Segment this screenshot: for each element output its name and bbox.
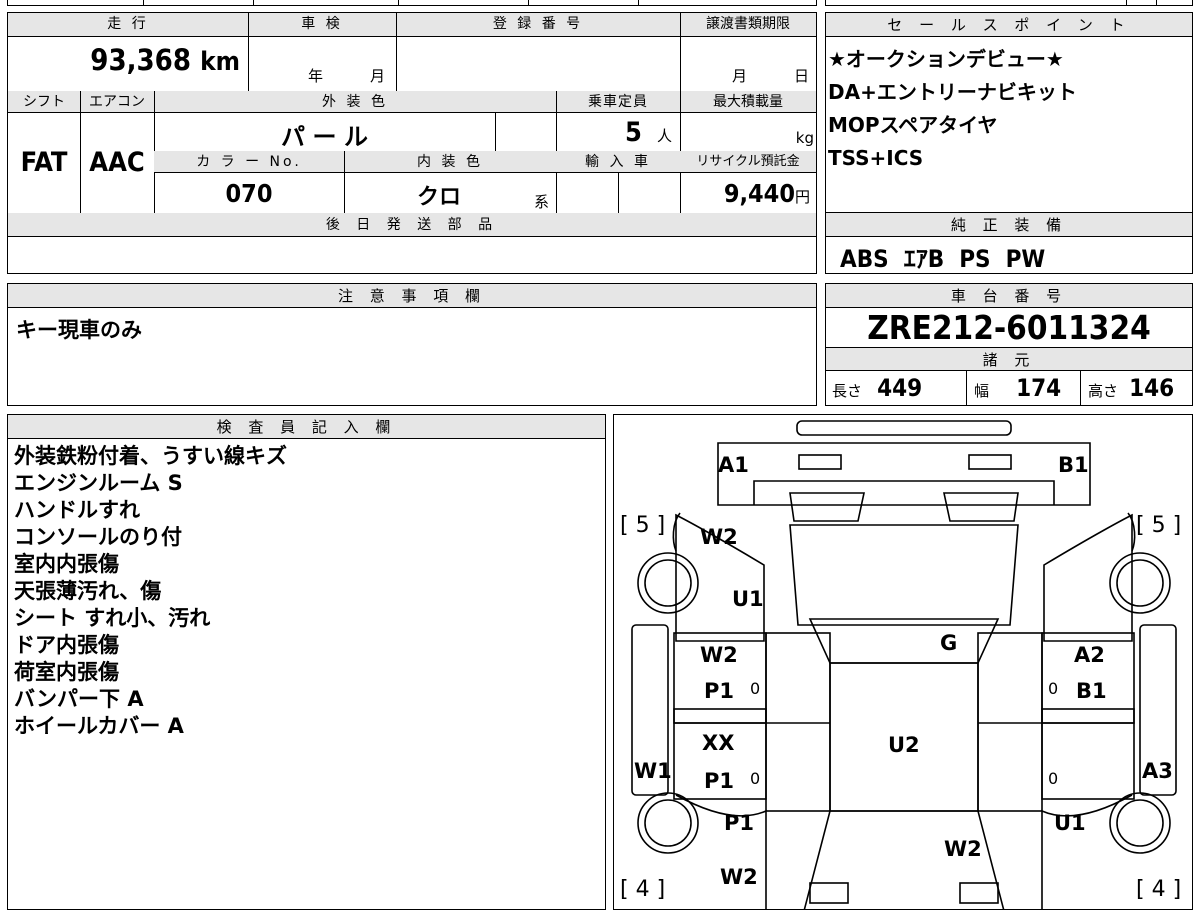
ac-label: エアコン [89, 94, 145, 110]
shaken-month-unit: 月 [370, 67, 386, 85]
mileage-label: 走 行 [107, 16, 149, 32]
damage-right-front-door-2: B1 [1076, 679, 1107, 703]
registration-label: 登 録 番 号 [492, 16, 584, 32]
sales-point: ★オークションデビュー★ [828, 47, 1064, 71]
capacity-value: 5 人 [624, 117, 672, 148]
damage-left-quarter: P1 [724, 811, 755, 835]
damage-trunk: W2 [944, 837, 982, 861]
interior-unit: 系 [534, 193, 550, 211]
height-spec: 高さ 146 [1088, 374, 1175, 402]
tread-front-left: [ 5 ] [620, 513, 666, 538]
transfer-deadline-label: 譲渡書類期限 [706, 16, 790, 32]
mileage-value: 93,368 km [90, 43, 240, 77]
exterior-label: 外 装 色 [322, 94, 388, 110]
shaken-label: 車 検 [301, 16, 343, 32]
import-label: 輸 入 車 [585, 154, 651, 170]
chassis-label: 車 台 番 号 [826, 284, 1192, 308]
sales-point: MOPスペアタイヤ [828, 113, 998, 137]
tread-rear-right: [ 4 ] [1136, 877, 1182, 902]
chassis-number: ZRE212-6011324 [867, 308, 1151, 347]
inspector-note: ドア内張傷 [14, 633, 119, 657]
damage-right-quarter: U1 [1054, 811, 1086, 835]
tread-front-right: [ 5 ] [1136, 513, 1182, 538]
recycle-value: 9,440円 [723, 179, 810, 208]
caution-label: 注 意 事 項 欄 [8, 284, 816, 308]
damage-mark-lr: 0 [750, 769, 761, 788]
damage-diagram: [ 5 ] [ 5 ] [ 4 ] [ 4 ] A1 B1 W2 U1 G W2… [613, 414, 1193, 910]
inspector-note: エンジンルーム S [14, 471, 183, 495]
equipment-box: 純 正 装 備 ABS ｴｱB PS PW [825, 212, 1193, 274]
inspector-note: 天張薄汚れ、傷 [14, 579, 162, 603]
interior-value: クロ [416, 185, 461, 210]
damage-front-left-bumper: A1 [718, 453, 749, 477]
damage-right-front-door-1: A2 [1074, 643, 1105, 667]
recycle-label: リサイクル預託金 [696, 154, 800, 169]
equipment-items: ABS ｴｱB PS PW [840, 245, 1046, 273]
exterior-value: パ ー ル [280, 123, 369, 151]
inspector-box: 検 査 員 記 入 欄 外装鉄粉付着、うすい線キズ エンジンルーム S ハンドル… [7, 414, 606, 910]
chassis-box: 車 台 番 号 ZRE212-6011324 諸 元 長さ 449 幅 174 … [825, 283, 1193, 406]
transfer-month-unit: 月 [732, 67, 748, 85]
caution-box: 注 意 事 項 欄 キー現車のみ [7, 283, 817, 406]
damage-left-front-door-2: P1 [704, 679, 735, 703]
damage-rear-left: W2 [720, 865, 758, 889]
sales-point: TSS+ICS [828, 146, 924, 170]
width-spec: 幅 174 [974, 374, 1062, 402]
ac-value: AAC [89, 147, 145, 178]
damage-mark-rf: 0 [1048, 679, 1059, 698]
sales-points-label: セ ー ル ス ポ イ ン ト [826, 13, 1192, 37]
damage-left-fender-2: U1 [732, 587, 764, 611]
interior-label: 内 装 色 [417, 154, 483, 170]
color-no-value: 070 [225, 179, 273, 208]
vehicle-info-table: 走 行 車 検 登 録 番 号 譲渡書類期限 93,368 km 年 月 月 日… [7, 12, 817, 274]
damage-left-fender-1: W2 [700, 525, 738, 549]
damage-front-right-bumper: B1 [1058, 453, 1089, 477]
damage-roof: U2 [888, 733, 920, 757]
inspector-note: 室内内張傷 [14, 552, 119, 576]
sales-points-box: セ ー ル ス ポ イ ン ト ★オークションデビュー★ DA+エントリーナビキ… [825, 12, 1193, 213]
damage-left-rear-door-1: XX [702, 731, 735, 755]
damage-right-sill: A3 [1142, 759, 1173, 783]
damage-windshield: G [940, 631, 958, 655]
later-parts-label: 後 日 発 送 部 品 [325, 217, 499, 233]
sales-point: DA+エントリーナビキット [828, 80, 1077, 104]
top-strip-right [825, 0, 1193, 6]
top-strip [7, 0, 817, 6]
inspector-note: 荷室内張傷 [14, 660, 119, 684]
damage-left-front-door-1: W2 [700, 643, 738, 667]
length-spec: 長さ 449 [832, 374, 923, 402]
maxload-unit: kg [795, 129, 814, 147]
sales-points-list: ★オークションデビュー★ DA+エントリーナビキット MOPスペアタイヤ TSS… [828, 43, 1077, 175]
damage-mark-rr: 0 [1048, 769, 1059, 788]
spec-label: 諸 元 [826, 347, 1192, 371]
damage-left-rear-door-2: P1 [704, 769, 735, 793]
damage-mark-lf: 0 [750, 679, 761, 698]
inspector-note: コンソールのり付 [14, 525, 182, 549]
maxload-label: 最大積載量 [713, 94, 783, 110]
inspector-note: シート すれ小、汚れ [14, 606, 211, 630]
inspector-notes: 外装鉄粉付着、うすい線キズ エンジンルーム S ハンドルすれ コンソールのり付 … [14, 443, 287, 740]
transfer-day-unit: 日 [794, 67, 810, 85]
shift-value: FAT [20, 147, 68, 178]
shift-label: シフト [23, 94, 65, 110]
capacity-label: 乗車定員 [588, 94, 648, 110]
equipment-label: 純 正 装 備 [826, 213, 1192, 237]
inspector-note: ハンドルすれ [14, 498, 140, 522]
tread-rear-left: [ 4 ] [620, 877, 666, 902]
shaken-year-unit: 年 [308, 67, 324, 85]
damage-left-sill: W1 [634, 759, 672, 783]
inspector-note: バンパー下 A [14, 687, 144, 711]
inspector-label: 検 査 員 記 入 欄 [8, 415, 605, 439]
caution-text: キー現車のみ [16, 318, 142, 342]
inspector-note: 外装鉄粉付着、うすい線キズ [14, 444, 287, 468]
color-no-label: カ ラ ー No. [196, 154, 302, 170]
inspector-note: ホイールカバー A [14, 714, 184, 738]
